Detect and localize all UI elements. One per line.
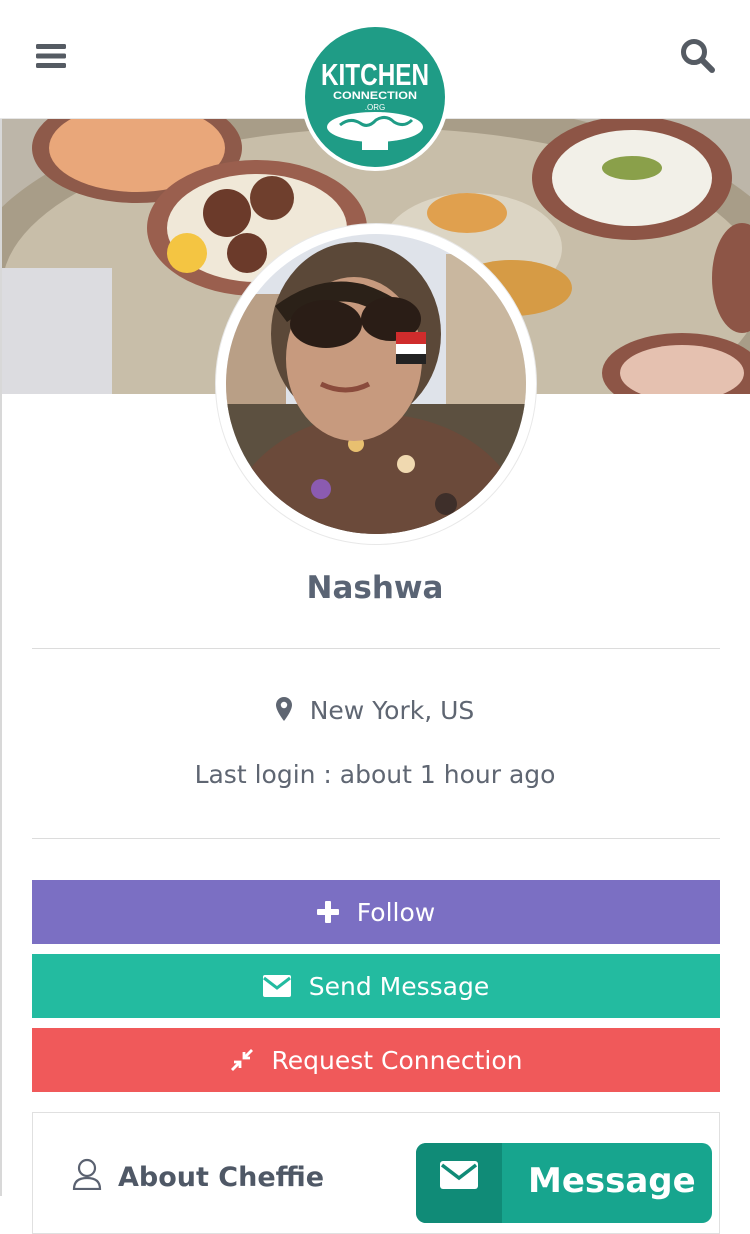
kitchen-connection-logo[interactable]: KITCHEN CONNECTION .ORG (300, 22, 450, 172)
map-pin-icon (275, 697, 292, 727)
logo-text-org: .ORG (365, 103, 385, 112)
about-heading: About Cheffie (72, 1158, 324, 1197)
request-connection-label: Request Connection (271, 1045, 523, 1075)
divider-top (32, 648, 720, 649)
profile-avatar (216, 224, 536, 544)
floating-message-label: Message (528, 1161, 696, 1201)
logo-text-kitchen: KITCHEN (321, 57, 429, 92)
follow-label: Follow (356, 897, 436, 927)
page-left-border (0, 118, 2, 1196)
last-login-text: Last login : about 1 hour ago (194, 760, 556, 789)
hamburger-menu-icon[interactable] (34, 42, 68, 70)
about-title-text: About Cheffie (118, 1162, 325, 1193)
search-icon[interactable] (680, 38, 716, 74)
follow-button[interactable]: Follow (32, 880, 720, 944)
send-message-button[interactable]: Send Message (32, 954, 720, 1018)
profile-name: Nashwa (306, 570, 444, 606)
profile-location-text: New York, US (309, 696, 475, 725)
envelope-icon (440, 1161, 478, 1193)
plus-icon (316, 901, 339, 923)
divider-bottom (32, 838, 720, 839)
floating-message-icon-box (416, 1143, 502, 1223)
compress-arrows-icon (230, 1048, 254, 1072)
logo-text-connection: CONNECTION (333, 90, 417, 102)
envelope-icon (262, 975, 291, 997)
profile-location: New York, US (0, 696, 750, 727)
request-connection-button[interactable]: Request Connection (32, 1028, 720, 1092)
send-message-label: Send Message (308, 971, 490, 1001)
user-icon (72, 1158, 102, 1197)
floating-message-button[interactable]: Message (416, 1143, 712, 1223)
